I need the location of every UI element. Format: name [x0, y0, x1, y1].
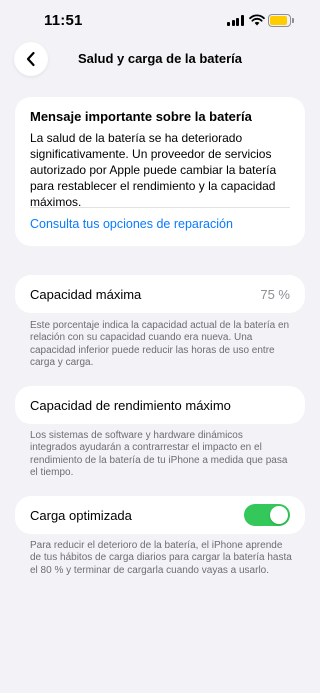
status-bar: 11:51: [0, 0, 320, 44]
peak-performance-row: Capacidad de rendimiento máximo: [15, 386, 305, 424]
cellular-signal-icon: [227, 15, 244, 26]
battery-message-card: Mensaje importante sobre la batería La s…: [15, 97, 305, 246]
page-title: Salud y carga de la batería: [77, 51, 243, 66]
battery-icon: [268, 14, 294, 27]
max-capacity-label: Capacidad máxima: [30, 286, 142, 302]
back-button[interactable]: [14, 42, 48, 76]
max-capacity-row: Capacidad máxima 75 %: [15, 275, 305, 313]
status-time: 11:51: [44, 12, 83, 29]
chevron-left-icon: [26, 51, 35, 67]
wifi-icon: [249, 14, 265, 26]
divider: [30, 207, 290, 208]
toggle-knob: [270, 506, 288, 524]
message-title: Mensaje importante sobre la batería: [30, 109, 252, 124]
peak-performance-footnote: Los sistemas de software y hardware diná…: [30, 430, 288, 479]
optimized-charging-row: Carga optimizada: [15, 496, 305, 534]
max-capacity-value: 75 %: [260, 286, 290, 302]
optimized-charging-toggle[interactable]: [244, 504, 290, 526]
peak-performance-label: Capacidad de rendimiento máximo: [30, 397, 231, 413]
optimized-charging-footnote: Para reducir el deterioro de la batería,…: [30, 540, 292, 576]
message-body: La salud de la batería se ha deteriorado…: [30, 131, 277, 209]
max-capacity-footnote: Este porcentaje indica la capacidad actu…: [30, 320, 290, 369]
repair-options-link[interactable]: Consulta tus opciones de reparación: [30, 217, 233, 231]
optimized-charging-label: Carga optimizada: [30, 507, 132, 523]
